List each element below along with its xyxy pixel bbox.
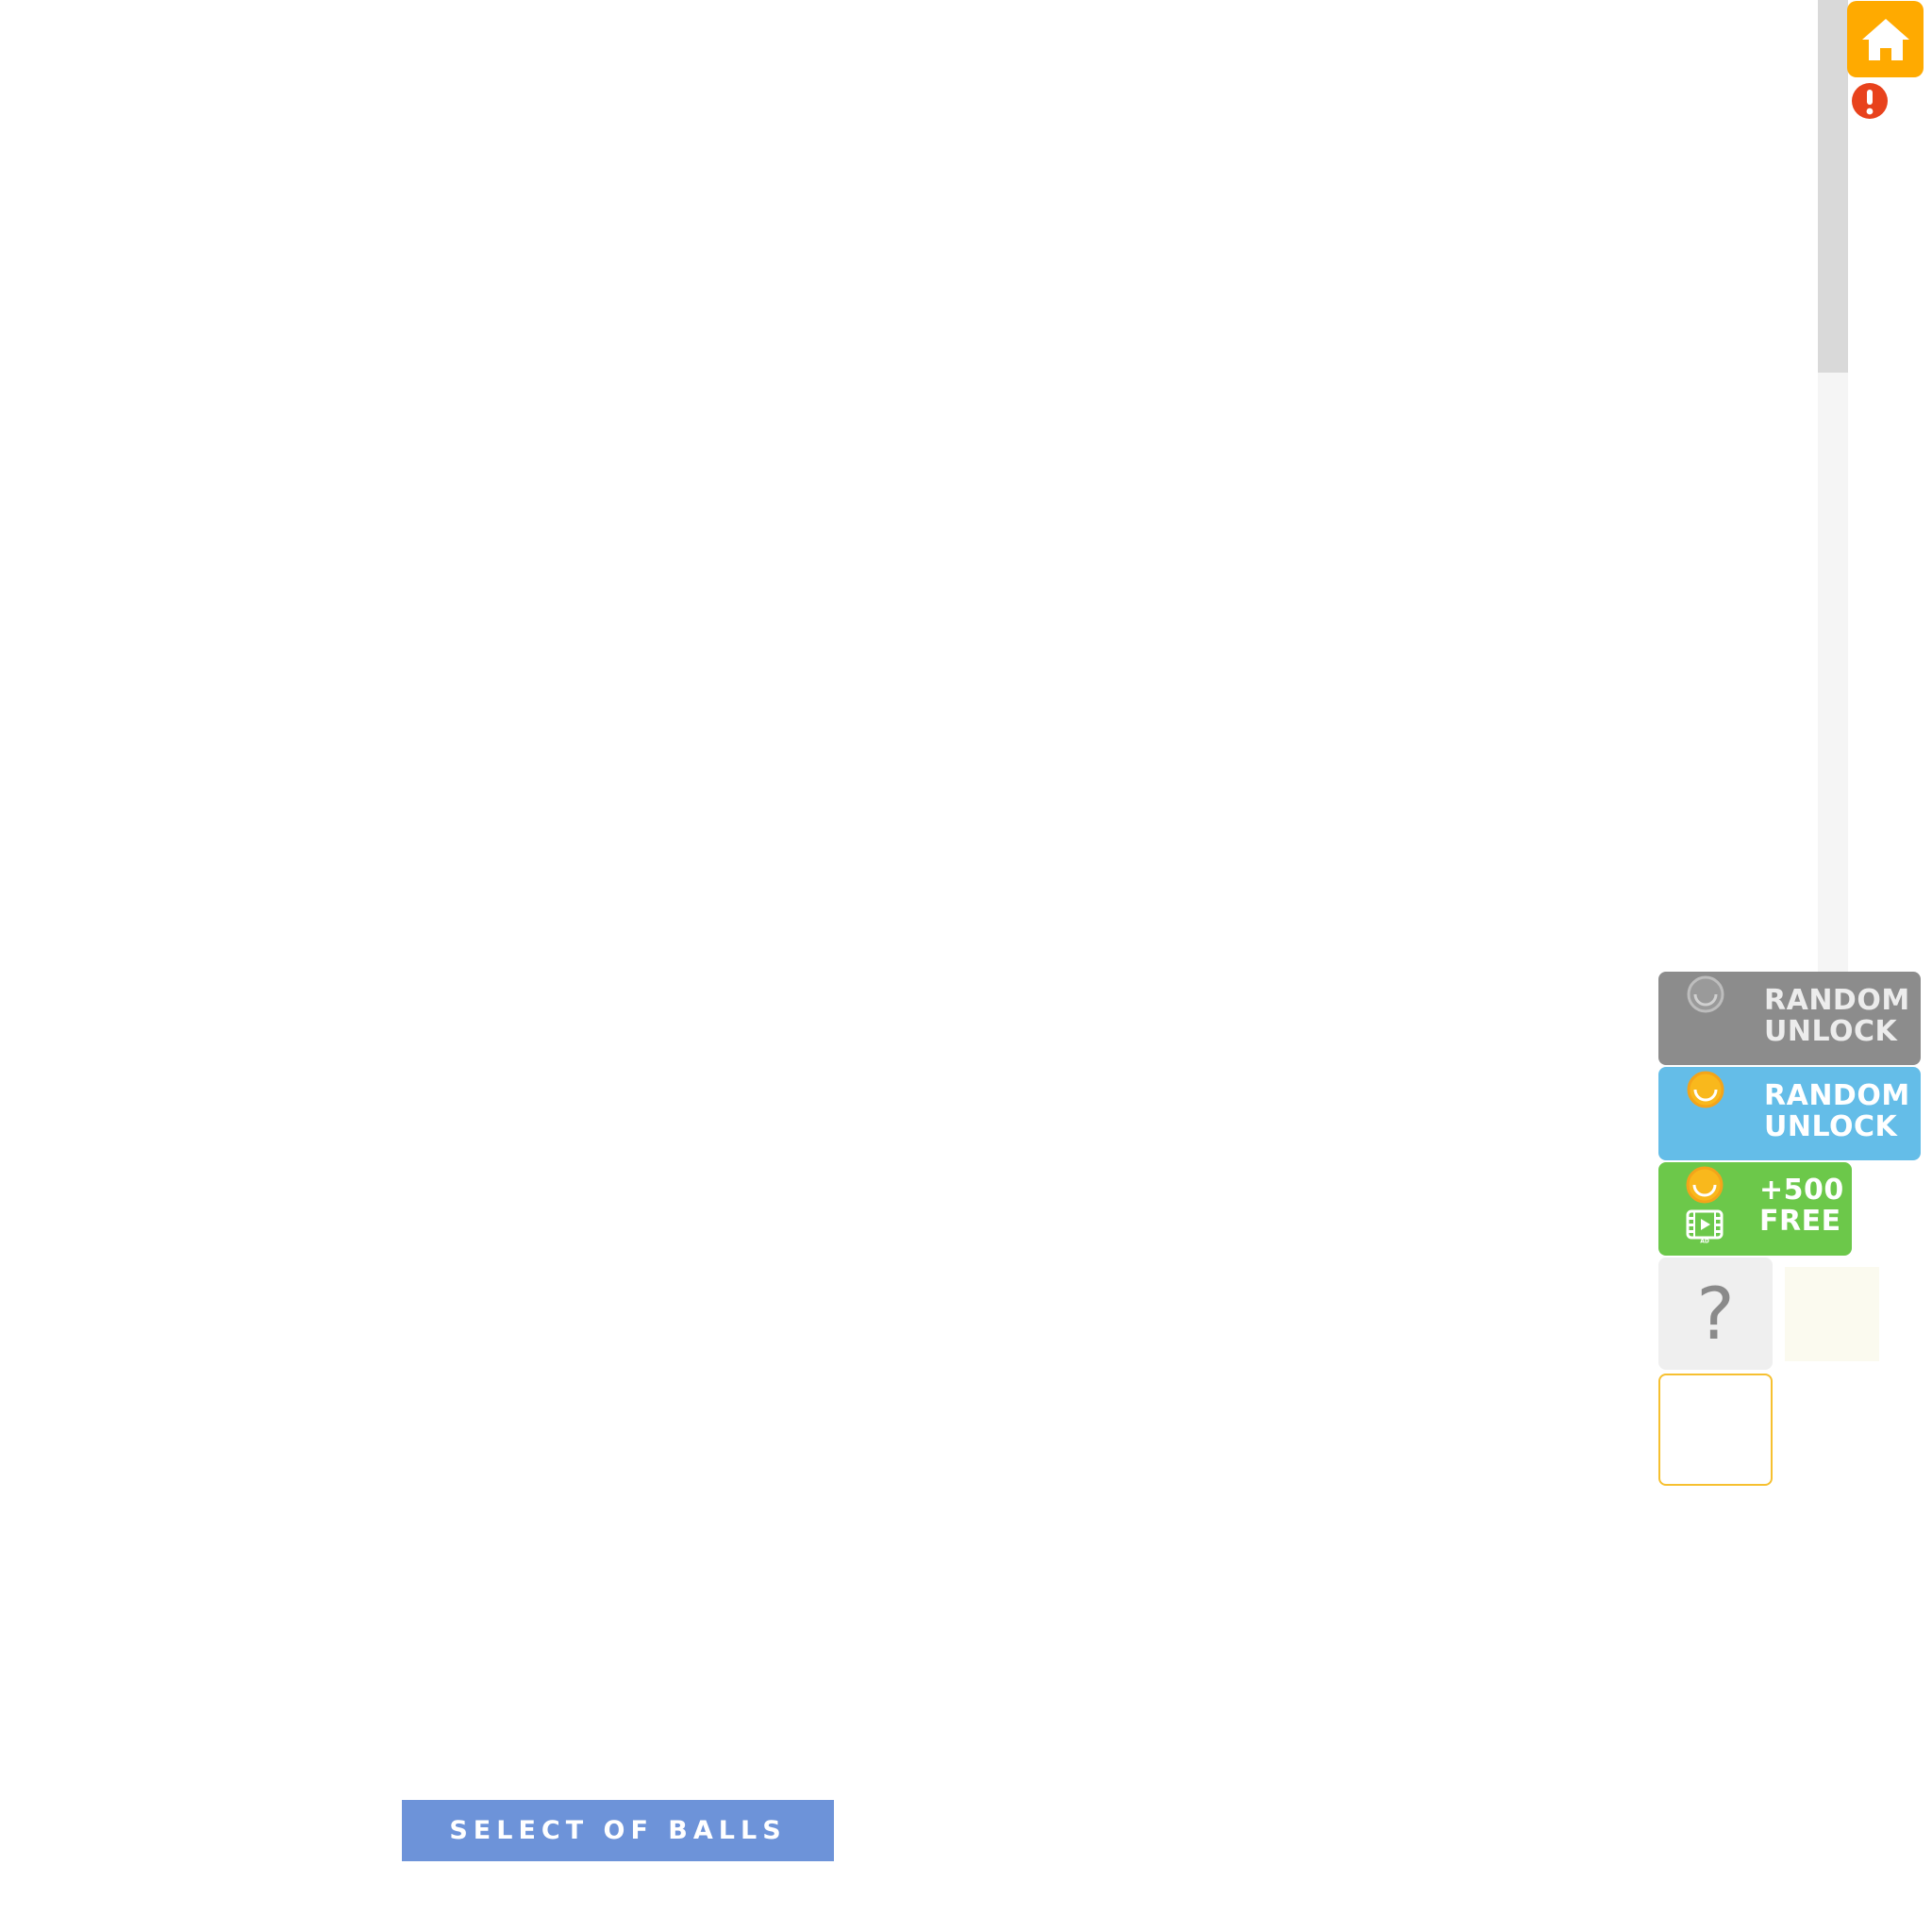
home-icon [1861,18,1909,60]
free-coins-button[interactable]: AD +500 FREE [1658,1162,1852,1256]
random-unlock-disabled-line1: RANDOM [1764,984,1910,1017]
home-button[interactable] [1847,1,1924,77]
game-screen: RANDOM UNLOCK RANDOM UNLOCK AD +500 FREE… [0,0,1932,1932]
coin-icon [1687,1071,1724,1108]
random-unlock-disabled-button[interactable]: RANDOM UNLOCK [1658,972,1921,1065]
free-coins-line2: FREE [1759,1205,1841,1238]
question-mark-icon: ? [1696,1271,1735,1356]
random-unlock-disabled-line2: UNLOCK [1764,1015,1898,1048]
coin-icon [1686,1166,1724,1204]
exclamation-icon[interactable] [1851,82,1889,120]
selected-ball-slot[interactable] [1658,1374,1773,1486]
random-unlock-label: RANDOM UNLOCK [1764,1080,1910,1142]
random-unlock-line1: RANDOM [1764,1079,1910,1112]
free-coins-line1: +500 [1759,1174,1844,1207]
random-unlock-button[interactable]: RANDOM UNLOCK [1658,1067,1921,1160]
vertical-scrollbar[interactable] [1818,0,1848,972]
title-banner: SELECT OF BALLS [402,1800,834,1861]
page-title: SELECT OF BALLS [449,1816,787,1845]
free-coins-label: +500 FREE [1759,1174,1844,1237]
random-unlock-disabled-label: RANDOM UNLOCK [1764,985,1910,1047]
scrollbar-thumb[interactable] [1818,0,1848,373]
mystery-ball-slot[interactable]: ? [1658,1257,1773,1370]
ad-label: AD [1700,1239,1709,1244]
video-ad-icon: AD [1686,1209,1724,1243]
coin-icon [1687,975,1724,1013]
random-unlock-line2: UNLOCK [1764,1110,1898,1143]
empty-ball-slot[interactable] [1785,1267,1879,1361]
